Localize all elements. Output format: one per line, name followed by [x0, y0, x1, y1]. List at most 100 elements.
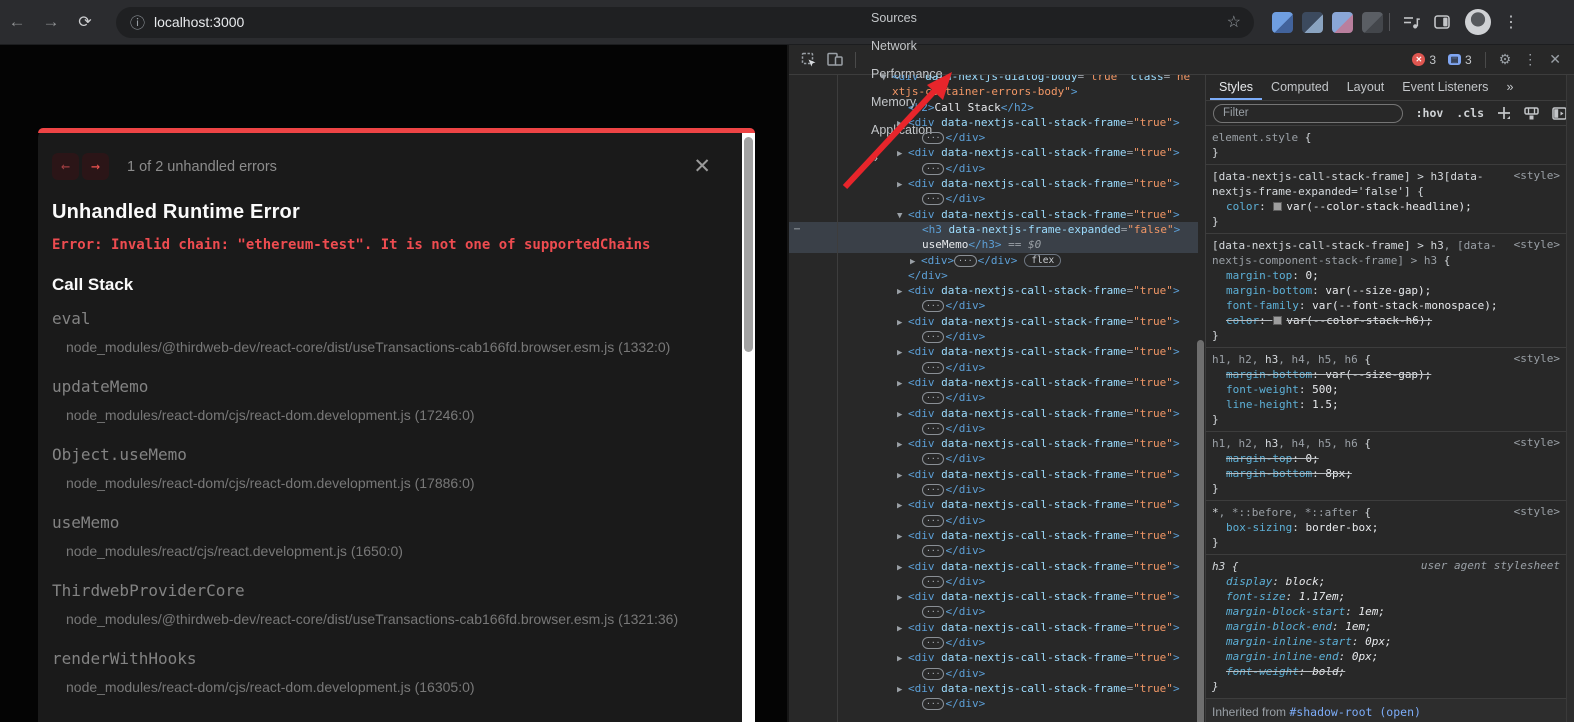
dom-tree-row[interactable]: ···</div> [789, 191, 1198, 206]
dom-tree-row[interactable]: ···</div> [789, 360, 1198, 375]
css-selector-line[interactable]: h1, h2, h3, h4, h5, h6 { [1212, 436, 1560, 451]
sidebar-tab-layout[interactable]: Layout [1338, 75, 1394, 100]
css-declaration[interactable]: font-weight: bold; [1212, 664, 1560, 679]
dom-tree-row[interactable]: ▶<div data-nextjs-call-stack-frame="true… [789, 650, 1198, 665]
site-info-icon[interactable]: ⓘ [130, 12, 145, 33]
computed-sidebar-toggle-icon[interactable] [1552, 107, 1567, 120]
media-controls-icon[interactable] [1403, 15, 1420, 30]
dom-tree-row[interactable]: ···</div> [789, 451, 1198, 466]
issues-badge[interactable]: ▤ 3 [1448, 53, 1472, 67]
css-declaration[interactable]: font-weight: 500; [1212, 382, 1560, 397]
stack-frame-location[interactable]: node_modules/react/cjs/react.development… [66, 543, 715, 559]
css-selector-line[interactable]: [data-nextjs-call-stack-frame] > h3[data… [1212, 169, 1560, 184]
dom-tree-row[interactable]: </div> [789, 268, 1198, 283]
dom-tree-row[interactable]: ▶<div data-nextjs-call-stack-frame="true… [789, 344, 1198, 359]
next-error-button[interactable]: → [82, 153, 109, 180]
styles-filter-input[interactable] [1213, 104, 1403, 123]
rule-origin-link[interactable]: <style> [1514, 169, 1560, 182]
styles-scrollbar[interactable] [1566, 75, 1574, 722]
collapsed-content-icon[interactable]: ··· [922, 132, 944, 144]
dom-tree-row[interactable]: xtjs-container-errors-body"> [789, 84, 1198, 99]
dom-tree-row[interactable]: ▶<div>···</div>flex [789, 253, 1198, 268]
dom-tree-row[interactable]: <h2>Call Stack</h2> [789, 100, 1198, 115]
collapsed-content-icon[interactable]: ··· [922, 576, 944, 588]
dom-tree-row[interactable]: ···</div> [789, 329, 1198, 344]
collapsed-content-icon[interactable]: ··· [922, 423, 944, 435]
dom-tree-row[interactable]: ···</div> [789, 298, 1198, 313]
rule-origin-link[interactable]: <style> [1514, 238, 1560, 251]
css-declaration[interactable]: margin-top: 0; [1212, 451, 1560, 466]
css-declaration[interactable]: margin-inline-end: 0px; [1212, 649, 1560, 664]
dom-tree-row[interactable]: ▶<div data-nextjs-call-stack-frame="true… [789, 620, 1198, 635]
sidebar-tab-computed[interactable]: Computed [1262, 75, 1338, 100]
dialog-scrollbar[interactable] [742, 133, 755, 722]
style-rule[interactable]: <style>[data-nextjs-call-stack-frame] > … [1206, 165, 1566, 234]
collapsed-content-icon[interactable]: ··· [922, 392, 944, 404]
dom-tree-row[interactable]: ···</div> [789, 421, 1198, 436]
rule-origin-link[interactable]: <style> [1514, 436, 1560, 449]
collapsed-content-icon[interactable]: ··· [922, 300, 944, 312]
dom-tree-row[interactable]: ▶<div data-nextjs-call-stack-frame="true… [789, 115, 1198, 130]
row-menu-icon[interactable]: ⋯ [794, 222, 801, 237]
css-declaration[interactable]: margin-inline-start: 0px; [1212, 634, 1560, 649]
dom-tree-row[interactable]: ▶<div data-nextjs-call-stack-frame="true… [789, 681, 1198, 696]
sidebar-tab--[interactable]: » [1497, 75, 1522, 100]
css-declaration[interactable]: font-size: 1.17em; [1212, 589, 1560, 604]
previous-error-button[interactable]: ← [52, 153, 79, 180]
extension-icon[interactable] [1302, 12, 1323, 33]
dom-tree-row[interactable]: ···</div> [789, 482, 1198, 497]
css-declaration[interactable]: display: block; [1212, 574, 1560, 589]
toggle-element-classes[interactable]: .cls [1456, 106, 1484, 120]
css-declaration[interactable]: color: var(--color-stack-h6); [1212, 313, 1560, 328]
rule-origin-link[interactable]: user agent stylesheet [1421, 559, 1560, 572]
collapsed-content-icon[interactable]: ··· [922, 453, 944, 465]
address-bar[interactable]: ⓘ localhost:3000 ☆ [116, 7, 1254, 38]
rule-origin-link[interactable]: <style> [1514, 505, 1560, 518]
collapsed-content-icon[interactable]: ··· [954, 255, 976, 267]
collapsed-content-icon[interactable]: ··· [922, 515, 944, 527]
elements-scrollbar-thumb[interactable] [1197, 340, 1204, 722]
close-dialog-icon[interactable]: ✕ [693, 154, 711, 179]
style-rule[interactable]: <style>h1, h2, h3, h4, h5, h6 {margin-bo… [1206, 348, 1566, 432]
dom-tree-row[interactable]: ···</div> [789, 696, 1198, 711]
new-style-rule-icon[interactable] [1497, 106, 1511, 120]
profile-avatar[interactable] [1465, 9, 1491, 35]
stack-frame-location[interactable]: node_modules/@thirdweb-dev/react-core/di… [66, 611, 715, 627]
style-rule[interactable]: user agent stylesheeth3 {display: block;… [1206, 555, 1566, 699]
dom-tree-row[interactable]: ▶<div data-nextjs-call-stack-frame="true… [789, 406, 1198, 421]
css-declaration[interactable]: margin-bottom: 8px; [1212, 466, 1560, 481]
devtools-menu-icon[interactable]: ⋮ [1523, 51, 1537, 68]
css-declaration[interactable]: margin-bottom: var(--size-gap); [1212, 367, 1560, 382]
dialog-scrollbar-thumb[interactable] [744, 137, 753, 352]
browser-menu-icon[interactable]: ⋮ [1503, 12, 1519, 32]
extension-icon[interactable] [1272, 12, 1293, 33]
collapsed-content-icon[interactable]: ··· [922, 545, 944, 557]
dom-tree-row[interactable]: ▶<div data-nextjs-call-stack-frame="true… [789, 497, 1198, 512]
color-swatch[interactable] [1273, 316, 1282, 325]
css-declaration[interactable]: line-height: 1.5; [1212, 397, 1560, 412]
collapsed-content-icon[interactable]: ··· [922, 163, 944, 175]
devtools-settings-icon[interactable]: ⚙ [1499, 51, 1512, 68]
sidebar-tab-styles[interactable]: Styles [1210, 75, 1262, 100]
style-rule[interactable]: <style>[data-nextjs-call-stack-frame] > … [1206, 234, 1566, 348]
css-selector-line[interactable]: h1, h2, h3, h4, h5, h6 { [1212, 352, 1560, 367]
css-selector-line[interactable]: element.style { [1212, 130, 1560, 145]
css-declaration[interactable]: color: var(--color-stack-headline); [1212, 199, 1560, 214]
css-selector-line[interactable]: } [1212, 535, 1560, 550]
css-selector-line[interactable]: } [1212, 412, 1560, 427]
rendering-emulation-icon[interactable] [1524, 107, 1539, 120]
css-selector-line[interactable]: nextjs-component-stack-frame] > h3 { [1212, 253, 1560, 268]
back-icon[interactable]: ← [0, 12, 34, 32]
dom-tree-row[interactable]: ▶<div data-nextjs-call-stack-frame="true… [789, 314, 1198, 329]
devtools-close-icon[interactable]: ✕ [1549, 51, 1561, 68]
bookmark-star-icon[interactable]: ☆ [1227, 12, 1241, 32]
stack-frame-location[interactable]: node_modules/@thirdweb-dev/react-core/di… [66, 339, 715, 355]
dom-tree-row[interactable]: ···</div> [789, 604, 1198, 619]
collapsed-content-icon[interactable]: ··· [922, 698, 944, 710]
css-declaration[interactable]: margin-bottom: var(--size-gap); [1212, 283, 1560, 298]
sidebar-tab-event-listeners[interactable]: Event Listeners [1393, 75, 1497, 100]
stack-frame-location[interactable]: node_modules/react-dom/cjs/react-dom.dev… [66, 407, 715, 423]
dom-tree-row[interactable]: ▶<div data-nextjs-call-stack-frame="true… [789, 176, 1198, 191]
extension-icon[interactable] [1332, 12, 1353, 33]
dom-tree-row[interactable]: ▶<div data-nextjs-call-stack-frame="true… [789, 436, 1198, 451]
